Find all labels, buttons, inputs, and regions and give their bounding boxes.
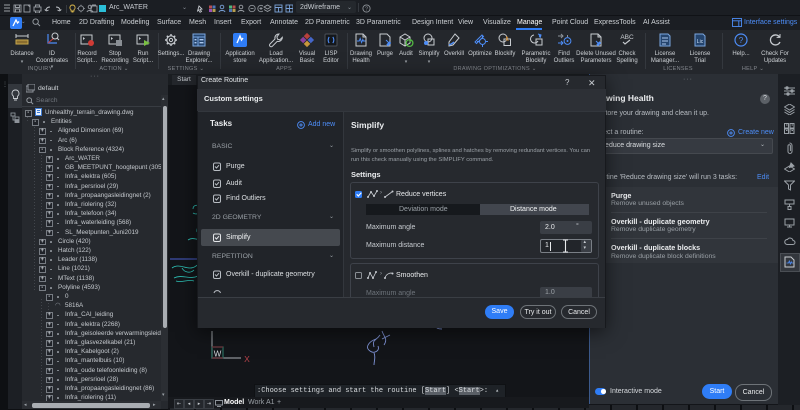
svg-text:ABC: ABC bbox=[620, 34, 634, 41]
svg-text:X: X bbox=[244, 354, 250, 364]
svg-text:?: ? bbox=[739, 36, 744, 45]
svg-text:W: W bbox=[214, 350, 222, 359]
svg-text:Lic: Lic bbox=[697, 39, 704, 45]
svg-text:?: ? bbox=[365, 6, 368, 12]
